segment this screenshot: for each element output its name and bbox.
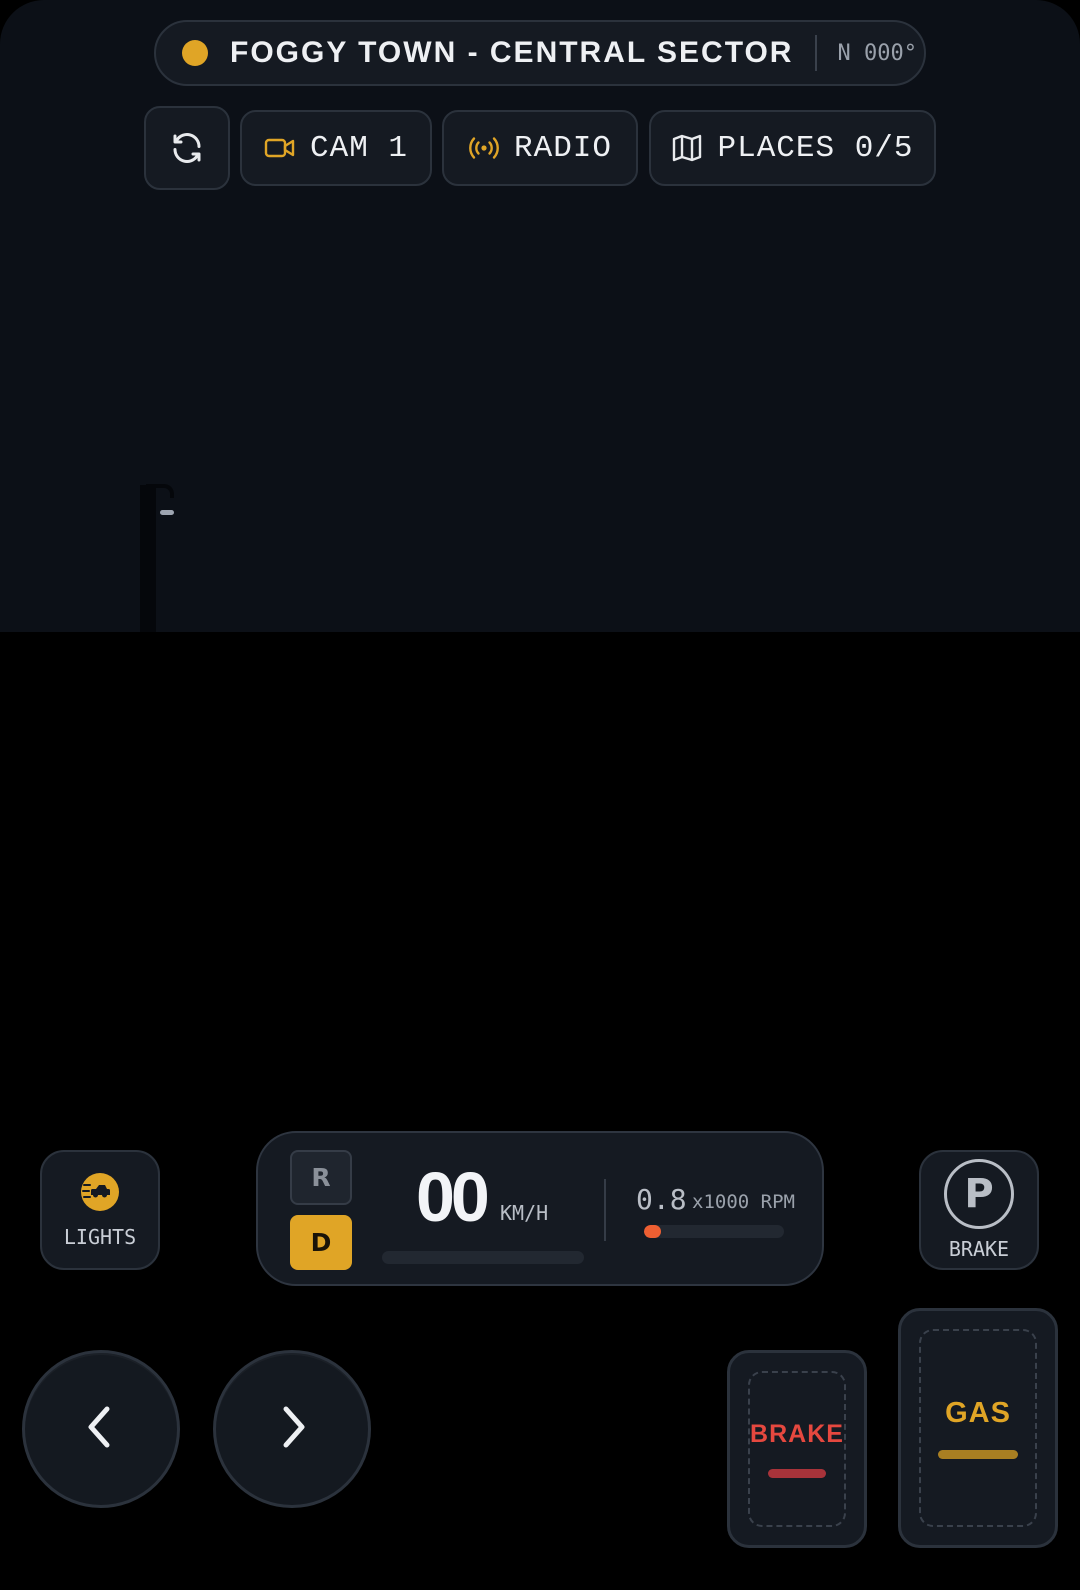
steer-left-button[interactable]: [22, 1350, 180, 1508]
speed-bar: [382, 1251, 584, 1264]
rpm-unit: x1000 RPM: [692, 1191, 795, 1213]
gas-pedal[interactable]: GAS: [898, 1308, 1058, 1548]
video-camera-icon: [264, 136, 296, 160]
gear-reverse-button[interactable]: R: [290, 1150, 352, 1205]
places-label: PLACES 0/5: [717, 130, 914, 166]
camera-button[interactable]: CAM 1: [240, 110, 432, 186]
dashboard-panel: R D 00 KM/H 0.8 x1000 RPM: [256, 1131, 824, 1286]
speed-readout: 00: [416, 1158, 490, 1236]
speed-unit: KM/H: [500, 1201, 549, 1225]
brake-pedal[interactable]: BRAKE: [727, 1350, 867, 1548]
street-lamp-light: [160, 510, 174, 515]
street-lamp: [140, 485, 156, 632]
lights-button[interactable]: LIGHTS: [40, 1150, 160, 1270]
camera-label: CAM 1: [309, 130, 408, 166]
compass-heading: N 000°: [837, 40, 917, 66]
status-dot: [182, 40, 208, 66]
map-icon: [671, 133, 703, 163]
gas-pedal-surface: GAS: [919, 1329, 1037, 1527]
rpm-readout: 0.8: [636, 1183, 687, 1216]
foggy-sky: [0, 0, 1080, 632]
brake-pedal-surface: BRAKE: [748, 1371, 846, 1527]
headlight-icon: [80, 1172, 120, 1217]
game-viewport: FOGGY TOWN - CENTRAL SECTOR N 000° CAM 1: [0, 0, 1080, 1590]
gear-drive-button[interactable]: D: [290, 1215, 352, 1270]
broadcast-icon: [468, 135, 500, 161]
steer-right-button[interactable]: [213, 1350, 371, 1508]
parking-brake-label: BRAKE: [948, 1237, 1010, 1261]
places-button[interactable]: PLACES 0/5: [649, 110, 936, 186]
parking-brake-icon: P: [944, 1159, 1014, 1229]
chevron-left-icon: [81, 1403, 121, 1456]
gas-pedal-indicator: [938, 1450, 1018, 1459]
radio-button[interactable]: RADIO: [442, 110, 638, 186]
gas-pedal-label: GAS: [945, 1397, 1011, 1429]
dashboard-divider: [604, 1179, 606, 1241]
location-title: FOGGY TOWN - CENTRAL SECTOR: [230, 36, 794, 69]
parking-brake-button[interactable]: P BRAKE: [919, 1150, 1039, 1270]
refresh-icon: [169, 130, 205, 166]
radio-label: RADIO: [513, 130, 612, 166]
brake-pedal-indicator: [768, 1469, 826, 1478]
status-divider: [815, 35, 818, 71]
rpm-bar: [644, 1225, 784, 1238]
brake-pedal-label: BRAKE: [750, 1420, 844, 1448]
street-lamp-arm: [146, 484, 174, 498]
location-status-bar: FOGGY TOWN - CENTRAL SECTOR N 000°: [154, 20, 926, 86]
chevron-right-icon: [272, 1403, 312, 1456]
rpm-bar-fill: [644, 1225, 661, 1238]
lights-label: LIGHTS: [63, 1224, 137, 1249]
reset-button[interactable]: [144, 106, 230, 190]
